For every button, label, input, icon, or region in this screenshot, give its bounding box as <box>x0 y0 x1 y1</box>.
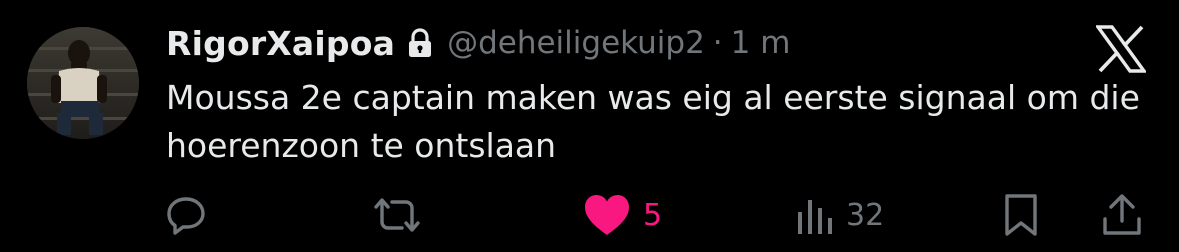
user-handle[interactable]: @deheiligekuip2 <box>447 25 705 61</box>
tweet-text: Moussa 2e captain maken was eig al eerst… <box>166 78 1140 165</box>
action-bar: 5 32 <box>0 190 1179 240</box>
timestamp[interactable]: 1 m <box>731 25 791 61</box>
bookmark-button[interactable] <box>1003 190 1039 240</box>
bookmark-icon <box>1003 193 1039 237</box>
lock-icon <box>407 28 433 58</box>
separator-dot: · <box>712 25 723 61</box>
views-button[interactable]: 32 <box>794 190 884 240</box>
display-name[interactable]: RigorXaipoa <box>166 24 395 63</box>
share-icon <box>1101 193 1143 237</box>
x-logo-icon[interactable] <box>1094 25 1148 73</box>
views-count: 32 <box>846 197 885 233</box>
tweet-card[interactable]: RigorXaipoa @deheiligekuip2 · 1 m Moussa… <box>0 0 1179 252</box>
share-button[interactable] <box>1101 190 1143 240</box>
retweet-icon <box>370 194 424 236</box>
retweet-button[interactable] <box>370 190 424 240</box>
like-count: 5 <box>643 197 663 233</box>
heart-icon <box>583 193 631 237</box>
like-button[interactable]: 5 <box>583 190 662 240</box>
reply-icon <box>165 194 207 236</box>
avatar[interactable] <box>27 27 139 139</box>
tweet-header: RigorXaipoa @deheiligekuip2 · 1 m <box>166 20 790 66</box>
views-icon <box>794 194 834 236</box>
reply-button[interactable] <box>165 190 207 240</box>
